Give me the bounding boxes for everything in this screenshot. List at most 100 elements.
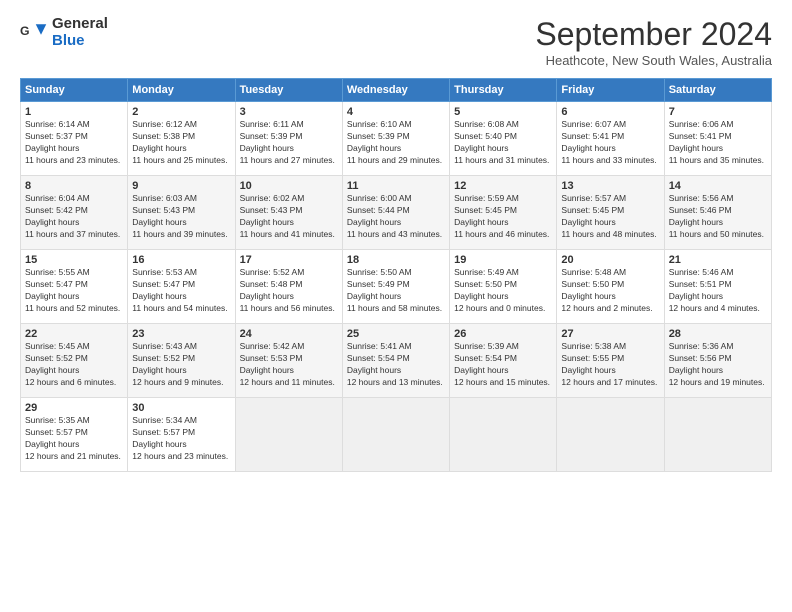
day-info: Sunrise: 6:07 AMSunset: 5:41 PMDaylight …: [561, 119, 656, 165]
month-title: September 2024: [535, 16, 772, 53]
day-info: Sunrise: 5:53 AMSunset: 5:47 PMDaylight …: [132, 267, 227, 313]
day-number: 20: [561, 254, 659, 266]
day-number: 9: [132, 180, 230, 192]
col-saturday: Saturday: [664, 79, 771, 102]
table-row: [450, 398, 557, 472]
day-info: Sunrise: 6:12 AMSunset: 5:38 PMDaylight …: [132, 119, 227, 165]
day-info: Sunrise: 5:34 AMSunset: 5:57 PMDaylight …: [132, 415, 228, 461]
svg-text:G: G: [20, 23, 30, 37]
day-info: Sunrise: 5:52 AMSunset: 5:48 PMDaylight …: [240, 267, 335, 313]
day-number: 4: [347, 106, 445, 118]
day-info: Sunrise: 5:43 AMSunset: 5:52 PMDaylight …: [132, 341, 223, 387]
day-info: Sunrise: 6:00 AMSunset: 5:44 PMDaylight …: [347, 193, 442, 239]
day-info: Sunrise: 5:39 AMSunset: 5:54 PMDaylight …: [454, 341, 550, 387]
table-row: 23 Sunrise: 5:43 AMSunset: 5:52 PMDaylig…: [128, 324, 235, 398]
logo-text: General Blue: [52, 16, 108, 49]
day-number: 8: [25, 180, 123, 192]
day-number: 15: [25, 254, 123, 266]
day-number: 7: [669, 106, 767, 118]
table-row: [557, 398, 664, 472]
day-info: Sunrise: 6:10 AMSunset: 5:39 PMDaylight …: [347, 119, 442, 165]
day-info: Sunrise: 5:41 AMSunset: 5:54 PMDaylight …: [347, 341, 443, 387]
day-number: 28: [669, 328, 767, 340]
table-row: 27 Sunrise: 5:38 AMSunset: 5:55 PMDaylig…: [557, 324, 664, 398]
day-number: 21: [669, 254, 767, 266]
location-subtitle: Heathcote, New South Wales, Australia: [535, 53, 772, 68]
day-info: Sunrise: 6:14 AMSunset: 5:37 PMDaylight …: [25, 119, 120, 165]
day-info: Sunrise: 6:06 AMSunset: 5:41 PMDaylight …: [669, 119, 764, 165]
table-row: 25 Sunrise: 5:41 AMSunset: 5:54 PMDaylig…: [342, 324, 449, 398]
table-row: 21 Sunrise: 5:46 AMSunset: 5:51 PMDaylig…: [664, 250, 771, 324]
title-block: September 2024 Heathcote, New South Wale…: [535, 16, 772, 68]
table-row: 18 Sunrise: 5:50 AMSunset: 5:49 PMDaylig…: [342, 250, 449, 324]
day-info: Sunrise: 6:03 AMSunset: 5:43 PMDaylight …: [132, 193, 227, 239]
table-row: 22 Sunrise: 5:45 AMSunset: 5:52 PMDaylig…: [21, 324, 128, 398]
day-info: Sunrise: 5:57 AMSunset: 5:45 PMDaylight …: [561, 193, 656, 239]
col-thursday: Thursday: [450, 79, 557, 102]
col-wednesday: Wednesday: [342, 79, 449, 102]
table-row: 19 Sunrise: 5:49 AMSunset: 5:50 PMDaylig…: [450, 250, 557, 324]
table-row: 4 Sunrise: 6:10 AMSunset: 5:39 PMDayligh…: [342, 102, 449, 176]
table-row: 17 Sunrise: 5:52 AMSunset: 5:48 PMDaylig…: [235, 250, 342, 324]
day-number: 3: [240, 106, 338, 118]
table-row: 2 Sunrise: 6:12 AMSunset: 5:38 PMDayligh…: [128, 102, 235, 176]
day-info: Sunrise: 6:02 AMSunset: 5:43 PMDaylight …: [240, 193, 335, 239]
day-info: Sunrise: 5:38 AMSunset: 5:55 PMDaylight …: [561, 341, 657, 387]
table-row: 14 Sunrise: 5:56 AMSunset: 5:46 PMDaylig…: [664, 176, 771, 250]
table-row: [664, 398, 771, 472]
day-info: Sunrise: 5:50 AMSunset: 5:49 PMDaylight …: [347, 267, 442, 313]
day-number: 2: [132, 106, 230, 118]
day-number: 24: [240, 328, 338, 340]
table-row: 3 Sunrise: 6:11 AMSunset: 5:39 PMDayligh…: [235, 102, 342, 176]
day-info: Sunrise: 5:49 AMSunset: 5:50 PMDaylight …: [454, 267, 545, 313]
table-row: 30 Sunrise: 5:34 AMSunset: 5:57 PMDaylig…: [128, 398, 235, 472]
table-row: 20 Sunrise: 5:48 AMSunset: 5:50 PMDaylig…: [557, 250, 664, 324]
table-row: 5 Sunrise: 6:08 AMSunset: 5:40 PMDayligh…: [450, 102, 557, 176]
day-number: 26: [454, 328, 552, 340]
day-info: Sunrise: 5:36 AMSunset: 5:56 PMDaylight …: [669, 341, 765, 387]
table-row: 16 Sunrise: 5:53 AMSunset: 5:47 PMDaylig…: [128, 250, 235, 324]
col-monday: Monday: [128, 79, 235, 102]
day-number: 12: [454, 180, 552, 192]
day-info: Sunrise: 5:42 AMSunset: 5:53 PMDaylight …: [240, 341, 335, 387]
day-info: Sunrise: 5:55 AMSunset: 5:47 PMDaylight …: [25, 267, 120, 313]
day-number: 18: [347, 254, 445, 266]
table-row: 8 Sunrise: 6:04 AMSunset: 5:42 PMDayligh…: [21, 176, 128, 250]
col-sunday: Sunday: [21, 79, 128, 102]
table-row: [342, 398, 449, 472]
day-info: Sunrise: 6:11 AMSunset: 5:39 PMDaylight …: [240, 119, 335, 165]
logo: G General Blue: [20, 16, 108, 49]
day-number: 23: [132, 328, 230, 340]
table-row: 29 Sunrise: 5:35 AMSunset: 5:57 PMDaylig…: [21, 398, 128, 472]
table-row: 24 Sunrise: 5:42 AMSunset: 5:53 PMDaylig…: [235, 324, 342, 398]
day-info: Sunrise: 5:46 AMSunset: 5:51 PMDaylight …: [669, 267, 760, 313]
day-number: 27: [561, 328, 659, 340]
day-number: 13: [561, 180, 659, 192]
table-row: 1 Sunrise: 6:14 AMSunset: 5:37 PMDayligh…: [21, 102, 128, 176]
table-row: 28 Sunrise: 5:36 AMSunset: 5:56 PMDaylig…: [664, 324, 771, 398]
day-number: 22: [25, 328, 123, 340]
day-number: 25: [347, 328, 445, 340]
day-number: 17: [240, 254, 338, 266]
day-info: Sunrise: 5:45 AMSunset: 5:52 PMDaylight …: [25, 341, 116, 387]
calendar-page: G General Blue September 2024 Heathcote,…: [0, 0, 792, 612]
table-row: 15 Sunrise: 5:55 AMSunset: 5:47 PMDaylig…: [21, 250, 128, 324]
day-number: 11: [347, 180, 445, 192]
table-row: 7 Sunrise: 6:06 AMSunset: 5:41 PMDayligh…: [664, 102, 771, 176]
col-tuesday: Tuesday: [235, 79, 342, 102]
logo-blue: Blue: [52, 33, 108, 50]
table-row: 13 Sunrise: 5:57 AMSunset: 5:45 PMDaylig…: [557, 176, 664, 250]
day-info: Sunrise: 5:48 AMSunset: 5:50 PMDaylight …: [561, 267, 652, 313]
day-info: Sunrise: 5:35 AMSunset: 5:57 PMDaylight …: [25, 415, 121, 461]
table-row: 10 Sunrise: 6:02 AMSunset: 5:43 PMDaylig…: [235, 176, 342, 250]
table-row: 9 Sunrise: 6:03 AMSunset: 5:43 PMDayligh…: [128, 176, 235, 250]
day-info: Sunrise: 5:59 AMSunset: 5:45 PMDaylight …: [454, 193, 549, 239]
day-number: 30: [132, 402, 230, 414]
logo-general: General: [52, 16, 108, 33]
page-header: G General Blue September 2024 Heathcote,…: [20, 16, 772, 68]
day-number: 29: [25, 402, 123, 414]
day-number: 10: [240, 180, 338, 192]
logo-icon: G: [20, 19, 48, 47]
day-info: Sunrise: 6:04 AMSunset: 5:42 PMDaylight …: [25, 193, 120, 239]
table-row: 26 Sunrise: 5:39 AMSunset: 5:54 PMDaylig…: [450, 324, 557, 398]
